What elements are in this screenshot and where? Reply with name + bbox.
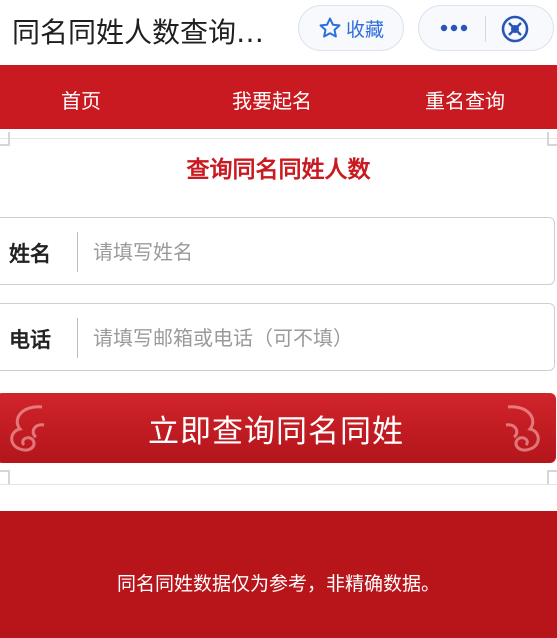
page-title: 同名同姓人数查询…	[12, 16, 265, 49]
cloud-ornament-icon	[10, 405, 45, 452]
main-nav: 首页 我要起名 重名查询	[0, 65, 557, 129]
frame-corner	[547, 132, 557, 146]
cloud-ornament-icon	[505, 405, 540, 452]
capsule-divider	[485, 16, 486, 42]
frame-corner	[0, 470, 10, 484]
footer: 同名同姓数据仅为参考，非精确数据。	[0, 511, 557, 638]
name-field: 姓名	[0, 217, 555, 285]
more-dots-icon[interactable]	[439, 16, 469, 40]
name-input[interactable]	[93, 232, 533, 272]
phone-field: 电话	[0, 303, 555, 371]
field-divider	[77, 232, 78, 272]
phone-field-label: 电话	[9, 328, 51, 352]
frame-corner	[547, 470, 557, 484]
nav-item-duplicate-check[interactable]: 重名查询	[425, 85, 505, 114]
miniprogram-capsule	[418, 5, 554, 51]
name-field-label: 姓名	[9, 242, 51, 266]
frame-line-bottom	[0, 484, 557, 485]
disclaimer-text: 同名同姓数据仅为参考，非精确数据。	[116, 573, 440, 595]
field-divider	[77, 318, 78, 358]
frame-line-top	[0, 138, 557, 139]
submit-query-button[interactable]: 立即查询同名同姓	[0, 393, 556, 463]
favorite-label: 收藏	[345, 18, 384, 41]
frame-corner	[0, 132, 10, 146]
nav-item-naming[interactable]: 我要起名	[232, 85, 312, 114]
nav-item-home[interactable]: 首页	[61, 85, 101, 114]
submit-label: 立即查询同名同姓	[148, 413, 404, 450]
page: 同名同姓人数查询… 收藏 首页 我要起名 重名查询 查询同名同姓人数 姓名 请填…	[0, 0, 557, 638]
favorite-button[interactable]: 收藏	[298, 5, 404, 51]
star-icon	[318, 16, 342, 40]
form-heading: 查询同名同姓人数	[186, 157, 371, 183]
close-target-icon[interactable]	[499, 13, 531, 45]
top-bar: 同名同姓人数查询… 收藏	[0, 0, 557, 62]
phone-email-input[interactable]	[93, 318, 533, 358]
